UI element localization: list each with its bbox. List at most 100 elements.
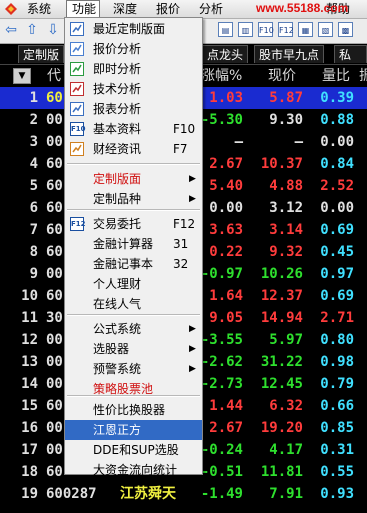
stock-code: 60 [46,222,63,238]
news-icon [70,142,84,156]
quote-toolbar-icon[interactable]: ▤ [218,22,233,37]
table-row[interactable]: 19 600287 江苏舜天 -1.49 7.91 0.93 [0,483,367,505]
menu-item-16[interactable]: 选股器 ▶ [65,339,202,359]
menu-item-label: 公式系统 [93,322,142,336]
menu-item-13[interactable]: 个人理财 [65,274,202,294]
menu-item-20[interactable]: 江恩正方 [65,420,202,440]
row-index: 13 [21,354,38,370]
sort-dropdown-icon[interactable]: ▼ [13,68,31,84]
stock-code: 60 [46,178,63,194]
menu-item-label: 金融计算器 [93,237,154,251]
volume-ratio: 0.88 [320,112,354,128]
tab-custom[interactable]: 定制版 [18,45,65,63]
current-price: 5.97 [269,332,303,348]
current-price: 9.30 [269,112,303,128]
current-price: 11.81 [260,464,303,480]
change-percent: -0.24 [200,442,243,458]
menu-item-19[interactable]: 性价比换股器 [65,400,202,420]
submenu-arrow-icon: ▶ [189,324,196,334]
back-icon[interactable]: ⇦ [3,22,19,38]
menu-item-2[interactable]: 报价分析 [65,39,202,59]
row-index: 17 [21,442,38,458]
volume-ratio: 0.66 [320,398,354,414]
header-ratio[interactable]: 量比 [322,65,350,87]
up-icon[interactable]: ⇧ [24,22,40,38]
layout-icon [70,22,84,36]
header-code[interactable]: 代 [47,65,61,87]
menu-item-4[interactable]: 技术分析 [65,79,202,99]
change-percent: -3.55 [200,332,243,348]
menu-item-label: 选股器 [93,342,130,356]
change-percent: 0.00 [209,200,243,216]
menu-item-5[interactable]: 报表分析 [65,99,202,119]
volume-ratio: 2.52 [320,178,354,194]
report-toolbar-icon[interactable]: ▥ [238,22,253,37]
row-index: 2 [29,112,38,128]
current-price: 3.14 [269,222,303,238]
volume-ratio: 0.00 [320,134,354,150]
menu-item-label: 最近定制版面 [93,22,166,36]
menu-item-3[interactable]: 即时分析 [65,59,202,79]
menu-item-15[interactable]: 公式系统 ▶ [65,319,202,339]
menu-item-22[interactable]: 大资金流向统计 [65,460,202,480]
volume-ratio: 0.55 [320,464,354,480]
menu-item-12[interactable]: 金融记事本 32 [65,254,202,274]
stock-code: 00 [46,266,63,282]
stock-code: 00 [46,420,63,436]
site-watermark: www.55188.com [256,1,349,15]
menu-item-18[interactable]: 策略股票池 [65,379,202,399]
current-price: 19.20 [260,420,303,436]
current-price: 9.32 [269,244,303,260]
current-price: 14.94 [260,310,303,326]
news-toolbar-icon[interactable]: ▧ [318,22,333,37]
tab-morning[interactable]: 股市早九点 [254,45,325,63]
header-price[interactable]: 现价 [268,65,296,87]
menu-item-label: 定制品种 [93,192,142,206]
menu-item-label: 即时分析 [93,62,142,76]
menu-item-label: 金融记事本 [93,257,154,271]
menu-item-14[interactable]: 在线人气 [65,294,202,314]
menu-item-label: DDE和SUP选股 [93,443,179,457]
header-change[interactable]: 涨幅% [201,65,242,87]
header-extra[interactable]: 振 [359,65,367,87]
menu-item-6[interactable]: F10 基本资料 F10 [65,119,202,139]
volume-ratio: 0.45 [320,244,354,260]
current-price: 5.87 [269,90,303,106]
menu-item-label: 预警系统 [93,362,142,376]
layout-toolbar-icon[interactable]: ▦ [298,22,313,37]
current-price: 31.22 [260,354,303,370]
menu-depth[interactable]: 深度 [113,0,137,18]
row-index: 10 [21,288,38,304]
submenu-arrow-icon: ▶ [189,344,196,354]
menu-system[interactable]: 系统 [27,0,51,18]
f12-toolbar-icon[interactable]: F12 [278,22,294,37]
submenu-arrow-icon: ▶ [189,194,196,204]
menu-item-21[interactable]: DDE和SUP选股 [65,440,202,460]
down-icon[interactable]: ⇩ [45,22,61,38]
menu-item-10[interactable]: F12 交易委托 F12 [65,214,202,234]
volume-ratio: 0.98 [320,354,354,370]
menu-item-label: 大资金流向统计 [93,463,178,477]
menu-separator [67,163,200,165]
menu-item-shortcut: 31 [173,237,189,251]
tab-private[interactable]: 私募 [334,45,367,80]
volume-ratio: 0.85 [320,420,354,436]
menu-quote[interactable]: 报价 [156,0,180,18]
menu-analysis[interactable]: 分析 [199,0,223,18]
menu-item-11[interactable]: 金融计算器 31 [65,234,202,254]
row-index: 19 [21,486,38,502]
menu-item-17[interactable]: 预警系统 ▶ [65,359,202,379]
menu-item-1[interactable]: 最近定制版面 [65,19,202,39]
f10-toolbar-icon[interactable]: F10 [258,22,274,37]
current-price: 6.32 [269,398,303,414]
current-price: 12.45 [260,376,303,392]
menu-item-8[interactable]: 定制版面 ▶ [65,169,202,189]
stock-code: 00 [46,112,63,128]
change-percent: 2.67 [209,420,243,436]
menu-item-7[interactable]: 财经资讯 F7 [65,139,202,159]
menu-item-9[interactable]: 定制品种 ▶ [65,189,202,209]
stock-code: 00 [46,376,63,392]
menu-item-label: 定制版面 [93,172,142,186]
tab-leaders[interactable]: 点龙头 [203,45,249,63]
calc-toolbar-icon[interactable]: ▩ [338,22,353,37]
